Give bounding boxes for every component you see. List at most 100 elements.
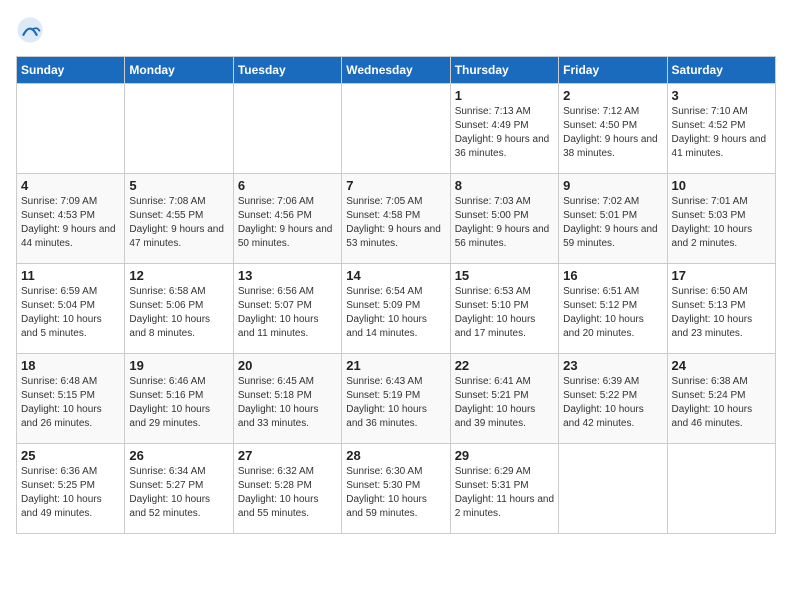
- day-number: 4: [21, 178, 120, 193]
- day-number: 9: [563, 178, 662, 193]
- calendar-cell: 22 Sunrise: 6:41 AMSunset: 5:21 PMDayligh…: [450, 354, 558, 444]
- day-info: Sunrise: 6:56 AMSunset: 5:07 PMDaylight:…: [238, 285, 337, 341]
- calendar-cell: 15 Sunrise: 6:53 AMSunset: 5:10 PMDayligh…: [450, 264, 558, 354]
- logo: [16, 16, 48, 44]
- day-info: Sunrise: 7:01 AMSunset: 5:03 PMDaylight:…: [672, 195, 771, 251]
- day-number: 2: [563, 88, 662, 103]
- calendar-table: SundayMondayTuesdayWednesdayThursdayFrid…: [16, 56, 776, 534]
- day-number: 22: [455, 358, 554, 373]
- day-number: 12: [129, 268, 228, 283]
- day-number: 16: [563, 268, 662, 283]
- day-info: Sunrise: 6:38 AMSunset: 5:24 PMDaylight:…: [672, 375, 771, 431]
- day-info: Sunrise: 6:32 AMSunset: 5:28 PMDaylight:…: [238, 465, 337, 521]
- calendar-cell: 29 Sunrise: 6:29 AMSunset: 5:31 PMDayligh…: [450, 444, 558, 534]
- calendar-cell: 28 Sunrise: 6:30 AMSunset: 5:30 PMDayligh…: [342, 444, 450, 534]
- day-info: Sunrise: 6:39 AMSunset: 5:22 PMDaylight:…: [563, 375, 662, 431]
- day-info: Sunrise: 6:30 AMSunset: 5:30 PMDaylight:…: [346, 465, 445, 521]
- day-number: 10: [672, 178, 771, 193]
- calendar-cell: 25 Sunrise: 6:36 AMSunset: 5:25 PMDayligh…: [17, 444, 125, 534]
- day-number: 1: [455, 88, 554, 103]
- calendar-cell: 18Sunrise: 6:48 AMSunset: 5:15 PMDayligh…: [17, 354, 125, 444]
- day-number: 6: [238, 178, 337, 193]
- column-header-tuesday: Tuesday: [233, 57, 341, 84]
- column-header-monday: Monday: [125, 57, 233, 84]
- day-info: Sunrise: 7:02 AMSunset: 5:01 PMDaylight:…: [563, 195, 662, 251]
- day-info: Sunrise: 6:34 AMSunset: 5:27 PMDaylight:…: [129, 465, 228, 521]
- day-number: 11: [21, 268, 120, 283]
- calendar-cell: 4 Sunrise: 7:09 AMSunset: 4:53 PMDaylight…: [17, 174, 125, 264]
- day-info: Sunrise: 6:51 AMSunset: 5:12 PMDaylight:…: [563, 285, 662, 341]
- day-number: 8: [455, 178, 554, 193]
- calendar-cell: 11 Sunrise: 6:59 AMSunset: 5:04 PMDayligh…: [17, 264, 125, 354]
- day-info: Sunrise: 6:46 AMSunset: 5:16 PMDaylight:…: [129, 375, 228, 431]
- calendar-cell: 1 Sunrise: 7:13 AMSunset: 4:49 PMDaylight…: [450, 84, 558, 174]
- day-number: 24: [672, 358, 771, 373]
- day-number: 21: [346, 358, 445, 373]
- day-info: Sunrise: 7:10 AMSunset: 4:52 PMDaylight:…: [672, 105, 771, 161]
- day-number: 28: [346, 448, 445, 463]
- calendar-cell: [17, 84, 125, 174]
- day-info: Sunrise: 6:41 AMSunset: 5:21 PMDaylight:…: [455, 375, 554, 431]
- day-number: 14: [346, 268, 445, 283]
- page-header: [16, 16, 776, 44]
- calendar-cell: 27 Sunrise: 6:32 AMSunset: 5:28 PMDayligh…: [233, 444, 341, 534]
- day-info: Sunrise: 6:48 AMSunset: 5:15 PMDaylight:…: [21, 375, 120, 431]
- logo-icon: [16, 16, 44, 44]
- day-info: Sunrise: 7:12 AMSunset: 4:50 PMDaylight:…: [563, 105, 662, 161]
- column-header-friday: Friday: [559, 57, 667, 84]
- day-number: 3: [672, 88, 771, 103]
- day-info: Sunrise: 7:03 AMSunset: 5:00 PMDaylight:…: [455, 195, 554, 251]
- day-number: 26: [129, 448, 228, 463]
- column-header-wednesday: Wednesday: [342, 57, 450, 84]
- day-number: 20: [238, 358, 337, 373]
- day-number: 29: [455, 448, 554, 463]
- calendar-cell: 9 Sunrise: 7:02 AMSunset: 5:01 PMDaylight…: [559, 174, 667, 264]
- calendar-cell: 26 Sunrise: 6:34 AMSunset: 5:27 PMDayligh…: [125, 444, 233, 534]
- day-info: Sunrise: 7:06 AMSunset: 4:56 PMDaylight:…: [238, 195, 337, 251]
- day-info: Sunrise: 7:05 AMSunset: 4:58 PMDaylight:…: [346, 195, 445, 251]
- column-header-saturday: Saturday: [667, 57, 775, 84]
- day-number: 23: [563, 358, 662, 373]
- calendar-cell: 24 Sunrise: 6:38 AMSunset: 5:24 PMDayligh…: [667, 354, 775, 444]
- day-info: Sunrise: 6:45 AMSunset: 5:18 PMDaylight:…: [238, 375, 337, 431]
- calendar-cell: [667, 444, 775, 534]
- day-number: 27: [238, 448, 337, 463]
- day-info: Sunrise: 7:08 AMSunset: 4:55 PMDaylight:…: [129, 195, 228, 251]
- calendar-cell: 2 Sunrise: 7:12 AMSunset: 4:50 PMDaylight…: [559, 84, 667, 174]
- day-info: Sunrise: 7:13 AMSunset: 4:49 PMDaylight:…: [455, 105, 554, 161]
- day-number: 25: [21, 448, 120, 463]
- day-info: Sunrise: 6:29 AMSunset: 5:31 PMDaylight:…: [455, 465, 554, 521]
- day-info: Sunrise: 6:50 AMSunset: 5:13 PMDaylight:…: [672, 285, 771, 341]
- calendar-cell: [342, 84, 450, 174]
- calendar-cell: 6 Sunrise: 7:06 AMSunset: 4:56 PMDaylight…: [233, 174, 341, 264]
- calendar-cell: [559, 444, 667, 534]
- day-number: 19: [129, 358, 228, 373]
- calendar-cell: 14 Sunrise: 6:54 AMSunset: 5:09 PMDayligh…: [342, 264, 450, 354]
- day-info: Sunrise: 6:54 AMSunset: 5:09 PMDaylight:…: [346, 285, 445, 341]
- day-info: Sunrise: 7:09 AMSunset: 4:53 PMDaylight:…: [21, 195, 120, 251]
- column-header-sunday: Sunday: [17, 57, 125, 84]
- day-number: 17: [672, 268, 771, 283]
- calendar-cell: 13 Sunrise: 6:56 AMSunset: 5:07 PMDayligh…: [233, 264, 341, 354]
- calendar-cell: 3 Sunrise: 7:10 AMSunset: 4:52 PMDaylight…: [667, 84, 775, 174]
- day-number: 13: [238, 268, 337, 283]
- calendar-cell: 23 Sunrise: 6:39 AMSunset: 5:22 PMDayligh…: [559, 354, 667, 444]
- day-info: Sunrise: 6:36 AMSunset: 5:25 PMDaylight:…: [21, 465, 120, 521]
- calendar-cell: [233, 84, 341, 174]
- day-number: 5: [129, 178, 228, 193]
- calendar-cell: 20 Sunrise: 6:45 AMSunset: 5:18 PMDayligh…: [233, 354, 341, 444]
- calendar-cell: 12 Sunrise: 6:58 AMSunset: 5:06 PMDayligh…: [125, 264, 233, 354]
- calendar-cell: 5 Sunrise: 7:08 AMSunset: 4:55 PMDaylight…: [125, 174, 233, 264]
- day-number: 7: [346, 178, 445, 193]
- column-header-thursday: Thursday: [450, 57, 558, 84]
- calendar-cell: 8 Sunrise: 7:03 AMSunset: 5:00 PMDaylight…: [450, 174, 558, 264]
- calendar-cell: 16 Sunrise: 6:51 AMSunset: 5:12 PMDayligh…: [559, 264, 667, 354]
- calendar-cell: [125, 84, 233, 174]
- day-info: Sunrise: 6:58 AMSunset: 5:06 PMDaylight:…: [129, 285, 228, 341]
- day-number: 15: [455, 268, 554, 283]
- calendar-cell: 10 Sunrise: 7:01 AMSunset: 5:03 PMDayligh…: [667, 174, 775, 264]
- calendar-cell: 21Sunrise: 6:43 AMSunset: 5:19 PMDayligh…: [342, 354, 450, 444]
- day-info: Sunrise: 6:59 AMSunset: 5:04 PMDaylight:…: [21, 285, 120, 341]
- day-info: Sunrise: 6:53 AMSunset: 5:10 PMDaylight:…: [455, 285, 554, 341]
- calendar-cell: 7 Sunrise: 7:05 AMSunset: 4:58 PMDaylight…: [342, 174, 450, 264]
